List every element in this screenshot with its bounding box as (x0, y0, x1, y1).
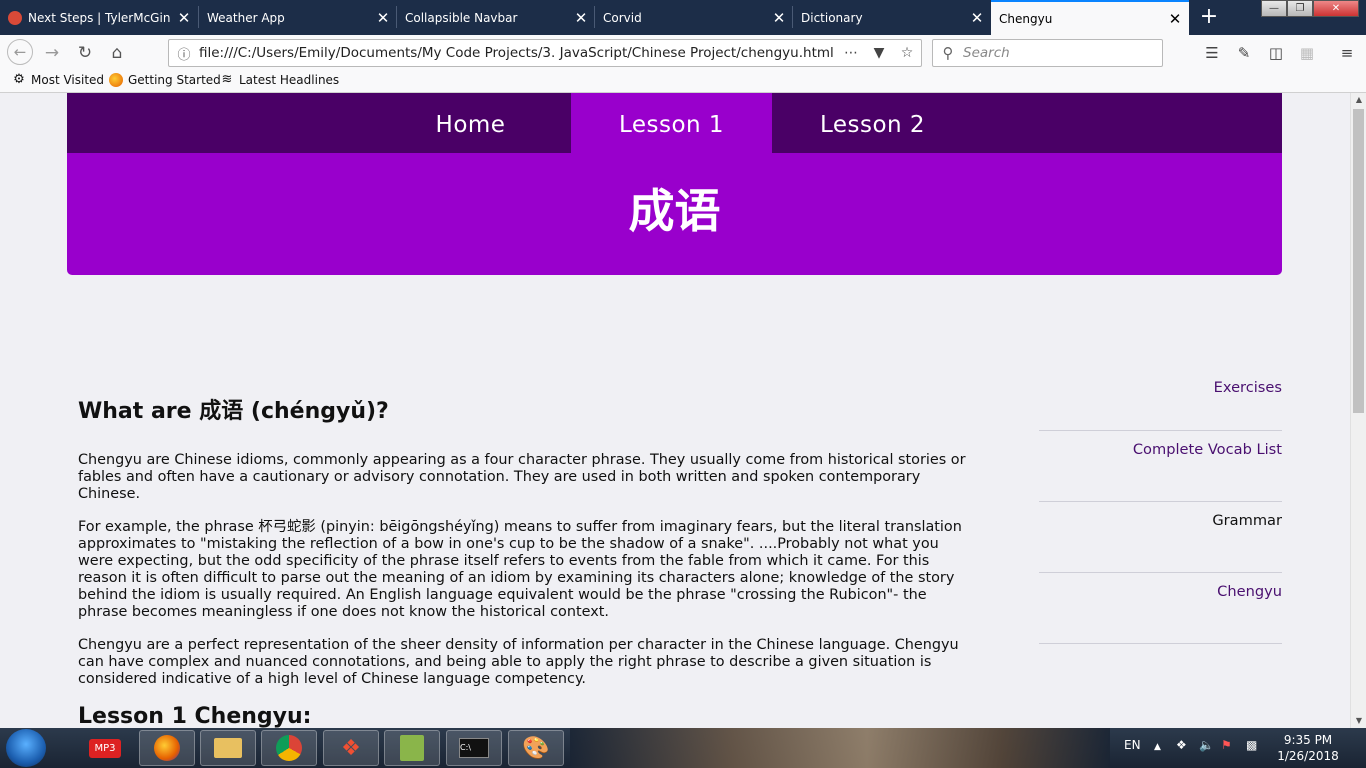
tab-next-steps[interactable]: Next Steps | TylerMcGinnis ✕ (0, 0, 198, 35)
windows-taskbar: MP3 ❖ C:\ 🎨 EN ▲ ❖ 🔈 ⚑ ▩ 9:35 PM 1/26/20… (0, 728, 1366, 768)
bookmark-label: Getting Started (128, 73, 221, 87)
clock-date: 1/26/2018 (1277, 749, 1339, 763)
bookmarks-toolbar: ⚙ Most Visited Getting Started ≋ Latest … (0, 70, 1366, 93)
section-heading: What are 成语 (chéngyǔ)? (78, 399, 389, 424)
tab-dictionary[interactable]: Dictionary ✕ (793, 0, 991, 35)
notepad-icon[interactable] (384, 730, 440, 766)
git-icon[interactable]: ❖ (323, 730, 379, 766)
lesson-subheading: Lesson 1 Chengyu: (78, 704, 312, 728)
vertical-scrollbar[interactable]: ▲ ▼ (1350, 93, 1366, 728)
scroll-up-icon[interactable]: ▲ (1351, 93, 1366, 107)
bookmark-latest-headlines[interactable]: ≋ Latest Headlines (220, 72, 340, 88)
command-prompt-icon[interactable]: C:\ (446, 730, 502, 766)
close-tab-icon[interactable]: ✕ (567, 9, 595, 27)
firefox-taskbar-icon[interactable] (139, 730, 195, 766)
new-tab-button[interactable]: + (1196, 4, 1222, 30)
search-input[interactable]: Search (963, 45, 1010, 61)
tab-title: Collapsible Navbar (405, 10, 518, 25)
menu-icon[interactable]: ≡ (1336, 43, 1358, 63)
close-tab-icon[interactable]: ✕ (1161, 10, 1189, 28)
top-nav: Home Lesson 1 Lesson 2 (67, 93, 1282, 153)
language-indicator[interactable]: EN (1124, 738, 1141, 752)
bookmark-label: Latest Headlines (239, 73, 340, 87)
tab-title: Chengyu (999, 11, 1053, 26)
url-bar[interactable]: ⓘ file:///C:/Users/Emily/Documents/My Co… (168, 39, 922, 67)
firefox-icon (109, 73, 123, 87)
tyler-favicon-icon (8, 10, 22, 25)
dropbox-icon[interactable]: ❖ (1176, 738, 1187, 752)
sidebar-icon[interactable]: ◫ (1265, 43, 1287, 63)
sidebar-item-grammar[interactable]: Grammar (1039, 502, 1282, 573)
page-viewport: Home Lesson 1 Lesson 2 成语 What are 成语 (c… (0, 93, 1350, 728)
rss-icon: ≋ (221, 72, 233, 87)
tab-weather-app[interactable]: Weather App ✕ (199, 0, 397, 35)
sidebar-item-vocab[interactable]: Complete Vocab List (1039, 431, 1282, 502)
back-button[interactable]: ← (7, 39, 33, 65)
page-actions-icon[interactable]: ⋯ (837, 45, 865, 61)
chrome-icon[interactable] (261, 730, 317, 766)
tab-title: Next Steps | TylerMcGinnis (28, 10, 170, 25)
bookmark-star-icon[interactable]: ☆ (893, 45, 921, 61)
sidebar-item-chengyu[interactable]: Chengyu (1039, 573, 1282, 644)
start-button[interactable] (6, 729, 46, 767)
mp3-app-icon[interactable]: MP3 (77, 730, 133, 766)
tab-corvid[interactable]: Corvid ✕ (595, 0, 793, 35)
nav-lesson-1[interactable]: Lesson 1 (571, 93, 772, 153)
page-header: Home Lesson 1 Lesson 2 成语 (67, 93, 1282, 275)
reload-button[interactable]: ↻ (73, 41, 97, 65)
close-tab-icon[interactable]: ✕ (170, 9, 198, 27)
tab-title: Dictionary (801, 10, 863, 25)
nav-lesson-2[interactable]: Lesson 2 (772, 93, 973, 153)
tab-chengyu[interactable]: Chengyu ✕ (991, 0, 1189, 35)
eyedropper-icon[interactable]: ✎ (1233, 43, 1255, 63)
sidebar: Exercises Complete Vocab List Grammar Ch… (1039, 369, 1282, 644)
home-button[interactable]: ⌂ (105, 41, 129, 65)
info-icon[interactable]: ⓘ (169, 44, 199, 63)
clock-time: 9:35 PM (1283, 733, 1333, 747)
volume-icon[interactable]: 🔈 (1199, 738, 1214, 752)
url-text[interactable]: file:///C:/Users/Emily/Documents/My Code… (199, 45, 837, 61)
close-window-button[interactable]: ✕ (1313, 0, 1359, 17)
search-bar[interactable]: ⚲ Search (932, 39, 1163, 67)
intro-paragraph: Chengyu are Chinese idioms, commonly app… (78, 452, 966, 502)
tab-strip: Next Steps | TylerMcGinnis ✕ Weather App… (0, 0, 1366, 35)
scroll-thumb[interactable] (1353, 109, 1364, 413)
sidebar-item-exercises[interactable]: Exercises (1039, 369, 1282, 431)
example-paragraph: For example, the phrase 杯弓蛇影 (pinyin: bē… (78, 519, 962, 620)
library-icon[interactable]: ☰ (1201, 43, 1223, 63)
network-warning-icon[interactable]: ⚑ (1221, 738, 1232, 752)
extension-icon[interactable]: ▦ (1296, 43, 1318, 63)
close-tab-icon[interactable]: ✕ (765, 9, 793, 27)
tray-expand-icon[interactable]: ▲ (1154, 742, 1161, 752)
navigation-toolbar: ← → ↻ ⌂ ⓘ file:///C:/Users/Emily/Documen… (0, 35, 1366, 70)
nav-home[interactable]: Home (370, 93, 571, 153)
page-title: 成语 (628, 184, 721, 238)
pocket-icon[interactable]: ▼ (865, 45, 893, 61)
close-tab-icon[interactable]: ✕ (369, 9, 397, 27)
bookmark-most-visited[interactable]: ⚙ Most Visited (12, 72, 105, 88)
tab-title: Corvid (603, 10, 642, 25)
tab-collapsible-navbar[interactable]: Collapsible Navbar ✕ (397, 0, 595, 35)
scroll-down-icon[interactable]: ▼ (1351, 714, 1366, 728)
search-icon: ⚲ (942, 44, 954, 62)
maximize-button[interactable]: ❐ (1287, 0, 1313, 17)
file-explorer-icon[interactable] (200, 730, 256, 766)
system-clock[interactable]: 9:35 PM 1/26/2018 (1268, 732, 1348, 764)
signal-icon[interactable]: ▩ (1246, 738, 1257, 752)
minimize-button[interactable]: — (1261, 0, 1287, 17)
close-tab-icon[interactable]: ✕ (963, 9, 991, 27)
main-content: What are 成语 (chéngyǔ)? Chengyu are Chine… (78, 393, 970, 728)
gear-icon: ⚙ (13, 72, 25, 87)
paint-icon[interactable]: 🎨 (508, 730, 564, 766)
taskbar-background-art (570, 728, 1110, 768)
bookmark-label: Most Visited (31, 73, 105, 87)
density-paragraph: Chengyu are a perfect representation of … (78, 637, 959, 687)
tab-title: Weather App (207, 10, 285, 25)
bookmark-getting-started[interactable]: Getting Started (109, 73, 221, 87)
forward-button[interactable]: → (40, 41, 64, 65)
